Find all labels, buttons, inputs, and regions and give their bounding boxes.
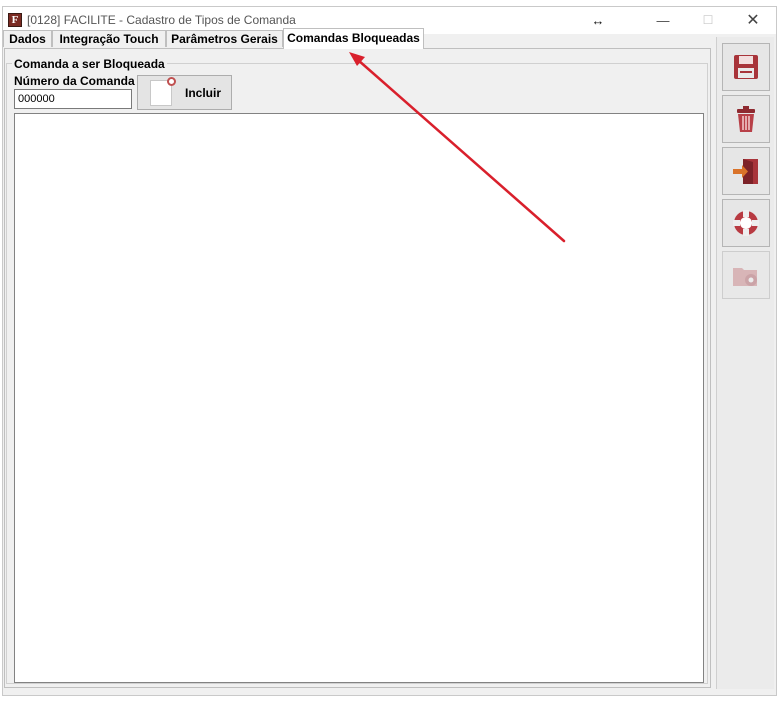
- tab-parametros-gerais[interactable]: Parâmetros Gerais: [166, 30, 283, 47]
- floppy-disk-icon: [734, 55, 758, 79]
- numero-comanda-label: Número da Comanda: [14, 74, 135, 88]
- app-icon: F: [8, 13, 22, 27]
- save-button[interactable]: [722, 43, 770, 91]
- config-button[interactable]: [722, 251, 770, 299]
- incluir-button[interactable]: Incluir: [137, 75, 232, 110]
- new-document-icon: [150, 77, 176, 106]
- tab-dados[interactable]: Dados: [3, 30, 52, 47]
- trash-can-icon: [737, 106, 755, 132]
- exit-door-icon: [733, 159, 758, 184]
- minimize-button[interactable]: —: [641, 7, 685, 34]
- tab-comandas-bloqueadas[interactable]: Comandas Bloqueadas: [283, 28, 424, 49]
- window-title: [0128] FACILITE - Cadastro de Tipos de C…: [27, 13, 296, 27]
- folder-gear-icon: [733, 268, 757, 286]
- exit-button[interactable]: [722, 147, 770, 195]
- incluir-label: Incluir: [185, 86, 222, 100]
- delete-button[interactable]: [722, 95, 770, 143]
- comandas-list[interactable]: [14, 113, 704, 683]
- close-button[interactable]: ✕: [731, 7, 775, 34]
- tab-integracao-touch[interactable]: Integração Touch: [52, 30, 166, 47]
- help-button[interactable]: [722, 199, 770, 247]
- groupbox-title: Comanda a ser Bloqueada: [12, 57, 167, 71]
- maximize-button[interactable]: ☐: [686, 7, 730, 34]
- resize-cursor-icon: ↔: [591, 13, 605, 28]
- lifebuoy-icon: [733, 210, 759, 236]
- numero-comanda-input[interactable]: [14, 89, 132, 109]
